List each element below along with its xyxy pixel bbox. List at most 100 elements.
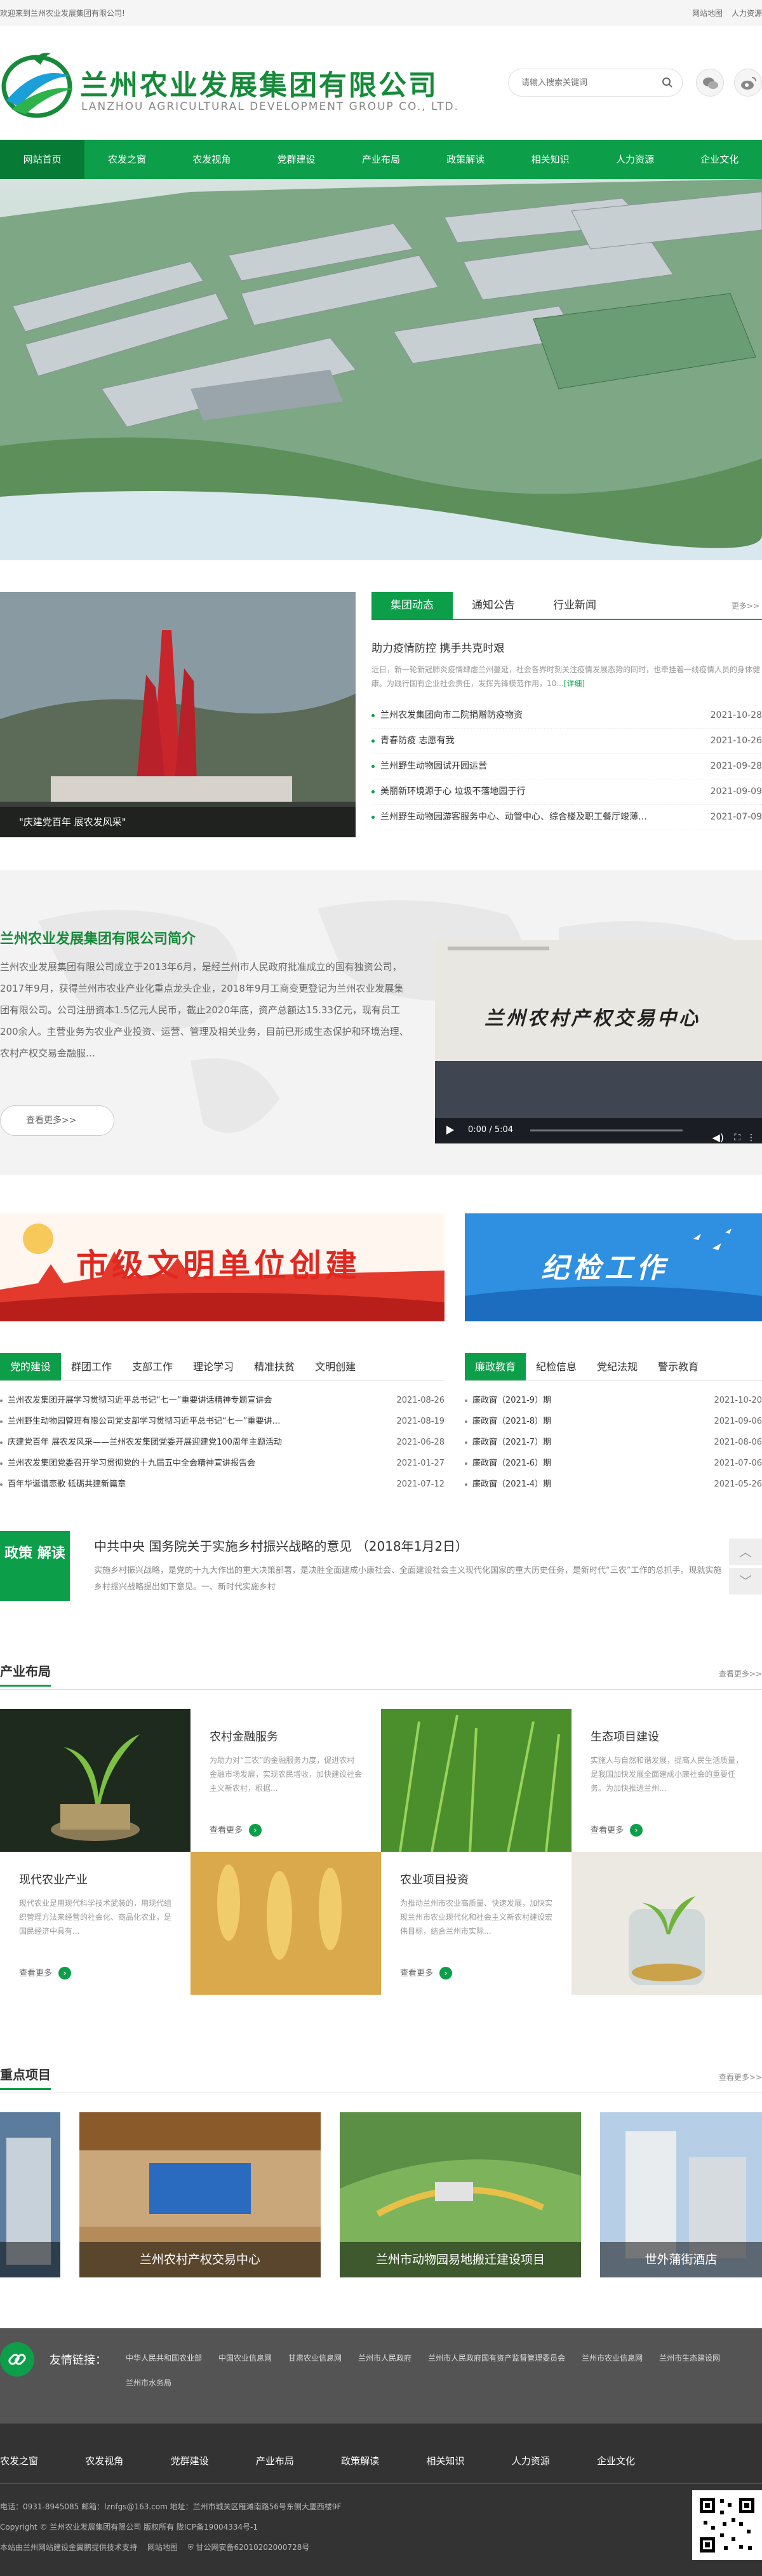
footer-nav-item[interactable]: 农发之窗 [0, 2454, 38, 2467]
discipline-banner[interactable]: 纪检工作 [465, 1213, 762, 1321]
friend-link[interactable]: 甘肃农业信息网 [288, 2352, 342, 2363]
policy-title[interactable]: 中共中央 国务院关于实施乡村振兴战略的意见 （2018年1月2日） [94, 1536, 468, 1554]
card-ecology[interactable]: 生态项目建设 实施人与自然和谐发展，提高人民生活质量，是我国加快发展全面建成小康… [572, 1709, 762, 1852]
list-item[interactable]: 廉政窗（2021-7）期 2021-08-06 [465, 1432, 762, 1453]
friend-link[interactable]: 兰州市水务局 [126, 2377, 171, 2388]
nav-item-industry[interactable]: 产业布局 [338, 140, 423, 179]
arrow-right-icon: › [439, 1967, 453, 1979]
hr-link[interactable]: 人力资源 [732, 8, 762, 18]
tab-theory-study[interactable]: 理论学习 [183, 1353, 244, 1380]
detail-link[interactable]: [详细] [564, 679, 585, 688]
card-more[interactable]: 查看更多 › [19, 1966, 72, 1979]
intro-more-button[interactable]: 查看更多>> [0, 1105, 114, 1136]
tab-branch-work[interactable]: 支部工作 [122, 1353, 183, 1380]
footer-nav-item[interactable]: 政策解读 [341, 2454, 379, 2467]
card-finance[interactable]: 农村金融服务 为助力对“三农”的金融服务力度，促进农村金融市场发展，实现农民增收… [190, 1709, 381, 1852]
footer-divider [0, 2483, 762, 2484]
item-date: 2021-10-20 [714, 1396, 762, 1405]
news-more-link[interactable]: 更多>> [732, 592, 762, 619]
list-item[interactable]: 兰州野生动物园试开园运营 2021-09-28 [371, 754, 762, 779]
tab-warning-education[interactable]: 警示教育 [648, 1353, 709, 1380]
footer-nav-item[interactable]: 相关知识 [426, 2454, 464, 2467]
friend-link[interactable]: 兰州市人民政府国有资产监督管理委员会 [428, 2352, 565, 2363]
volume-icon[interactable]: ◀) [712, 1124, 724, 1143]
project-card[interactable] [0, 2112, 60, 2277]
nav-item-knowledge[interactable]: 相关知识 [508, 140, 592, 179]
list-item[interactable]: 百年华诞谱恋歌 砥砺共建新篇章 2021-07-12 [0, 1474, 444, 1495]
nav-item-perspective[interactable]: 农发视角 [170, 140, 254, 179]
footer-nav: 农发之窗 农发视角 党群建设 产业布局 政策解读 相关知识 人力资源 企业文化 [0, 2454, 635, 2467]
logo-icon[interactable] [0, 51, 76, 119]
search-box [508, 69, 683, 97]
friend-link[interactable]: 兰州市人民政府 [358, 2352, 411, 2363]
tab-civilization[interactable]: 文明创建 [305, 1353, 366, 1380]
footer-nav-item[interactable]: 农发视角 [85, 2454, 123, 2467]
list-item[interactable]: 兰州野生动物园游客服务中心、动管中心、综合楼及职工餐厅竣薄… 2021-07-09 [371, 805, 762, 830]
weibo-icon[interactable] [734, 69, 762, 97]
tab-party-building[interactable]: 党的建设 [0, 1353, 62, 1380]
list-item[interactable]: 美丽新环境源于心 垃圾不落地园于行 2021-09-09 [371, 779, 762, 805]
tab-mass-work[interactable]: 群团工作 [61, 1353, 122, 1380]
project-card[interactable]: 世外蒲街酒店 [600, 2112, 762, 2277]
footer-nav-item[interactable]: 产业布局 [256, 2454, 294, 2467]
list-item[interactable]: 廉政窗（2021-8）期 2021-09-06 [465, 1411, 762, 1432]
nav-item-policy[interactable]: 政策解读 [424, 140, 508, 179]
tab-party-rules[interactable]: 党纪法规 [587, 1353, 648, 1380]
nav-item-hr[interactable]: 人力资源 [592, 140, 677, 179]
card-investment[interactable]: 农业项目投资 为推动兰州市农业高质量、快速发展，加快实现兰州市农业现代化和社会主… [381, 1852, 572, 1995]
list-item[interactable]: 廉政窗（2021-6）期 2021-07-06 [465, 1453, 762, 1474]
video-player[interactable]: 兰州农村产权交易中心 0:00 / 5:04 ◀) ⛶ ⋮ [435, 940, 762, 1143]
tab-industry-news[interactable]: 行业新闻 [534, 592, 615, 619]
nav-item-culture[interactable]: 企业文化 [678, 140, 762, 179]
video-progress-bar[interactable] [530, 1130, 683, 1131]
civilization-banner[interactable]: 市级文明单位创建 [0, 1213, 444, 1321]
friend-link[interactable]: 中华人民共和国农业部 [126, 2352, 202, 2363]
tab-notices[interactable]: 通知公告 [453, 592, 534, 619]
project-card[interactable]: 兰州农村产权交易中心 [79, 2112, 321, 2277]
play-icon[interactable] [446, 1126, 454, 1135]
footer-nav-item[interactable]: 党群建设 [171, 2454, 209, 2467]
list-item[interactable]: 庆建党百年 展农发风采——兰州农发集团党委开展迎建党100周年主题活动 2021-… [0, 1432, 444, 1453]
tab-discipline-info[interactable]: 纪检信息 [526, 1353, 587, 1380]
card-more[interactable]: 查看更多 › [400, 1966, 453, 1979]
list-item[interactable]: 廉政窗（2021-9）期 2021-10-20 [465, 1390, 762, 1411]
card-more[interactable]: 查看更多 › [210, 1823, 262, 1837]
nav-item-party[interactable]: 党群建设 [254, 140, 338, 179]
item-date: 2021-05-26 [714, 1480, 762, 1489]
featured-news-title[interactable]: 助力疫情防控 携手共克时艰 [371, 639, 762, 655]
more-options-icon[interactable]: ⋮ [747, 1124, 756, 1143]
footer-nav-item[interactable]: 企业文化 [597, 2454, 635, 2467]
nav-item-home[interactable]: 网站首页 [0, 140, 85, 179]
list-item[interactable]: 廉政窗（2021-4）期 2021-05-26 [465, 1474, 762, 1495]
projects-more-link[interactable]: 查看更多>> [719, 2072, 762, 2082]
list-item[interactable]: 兰州野生动物园管理有限公司党支部学习贯彻习近平总书记“七一”重要讲… 2021-0… [0, 1411, 444, 1432]
search-icon[interactable] [662, 77, 673, 88]
tab-integrity-education[interactable]: 廉政教育 [465, 1353, 526, 1380]
project-card[interactable]: 兰州市动物园易地搬迁建设项目 [340, 2112, 581, 2277]
industry-more-link[interactable]: 查看更多>> [719, 1668, 762, 1679]
tab-poverty-alleviation[interactable]: 精准扶贫 [244, 1353, 305, 1380]
wechat-icon[interactable] [696, 69, 724, 97]
friend-link[interactable]: 兰州市农业信息网 [582, 2352, 643, 2363]
fullscreen-icon[interactable]: ⛶ [734, 1124, 740, 1143]
chevron-down-icon[interactable]: ﹀ [729, 1568, 762, 1595]
news-slideshow[interactable]: "庆建党百年 展农发风采" [0, 592, 356, 837]
list-item[interactable]: 兰州农发集团向市二院捐赠防疫物资 2021-10-28 [371, 703, 762, 729]
footer-sitemap-link[interactable]: 网站地图 [147, 2543, 178, 2552]
nav-item-window[interactable]: 农发之窗 [84, 140, 169, 179]
hero-banner[interactable] [0, 179, 762, 560]
friend-link[interactable]: 兰州市生态建设网 [659, 2352, 720, 2363]
card-desc: 为助力对“三农”的金融服务力度，促进农村金融市场发展，实现农民增收，加快建设社会… [210, 1756, 363, 1793]
police-record[interactable]: 甘公网安备62010202000728号 [196, 2543, 310, 2552]
sitemap-link[interactable]: 网站地图 [692, 8, 723, 18]
card-more[interactable]: 查看更多 › [591, 1823, 643, 1837]
list-item[interactable]: 兰州农发集团党委召开学习贯彻党的十九届五中全会精神宣讲报告会 2021-01-27 [0, 1453, 444, 1474]
list-item[interactable]: 兰州农发集团开展学习贯彻习近平总书记“七一”重要讲话精神专题宣讲会 2021-08… [0, 1390, 444, 1411]
friend-link[interactable]: 中国农业信息网 [218, 2352, 272, 2363]
tab-group-news[interactable]: 集团动态 [371, 592, 453, 619]
card-modern-agriculture[interactable]: 现代农业产业 现代农业是用现代科学技术武装的，用现代组织管理方法来经营的社会化、… [0, 1852, 190, 1995]
chevron-up-icon[interactable]: ︿ [729, 1539, 762, 1565]
search-input[interactable] [521, 69, 661, 96]
footer-nav-item[interactable]: 人力资源 [512, 2454, 550, 2467]
list-item[interactable]: 青春防疫 志愿有我 2021-10-26 [371, 729, 762, 754]
